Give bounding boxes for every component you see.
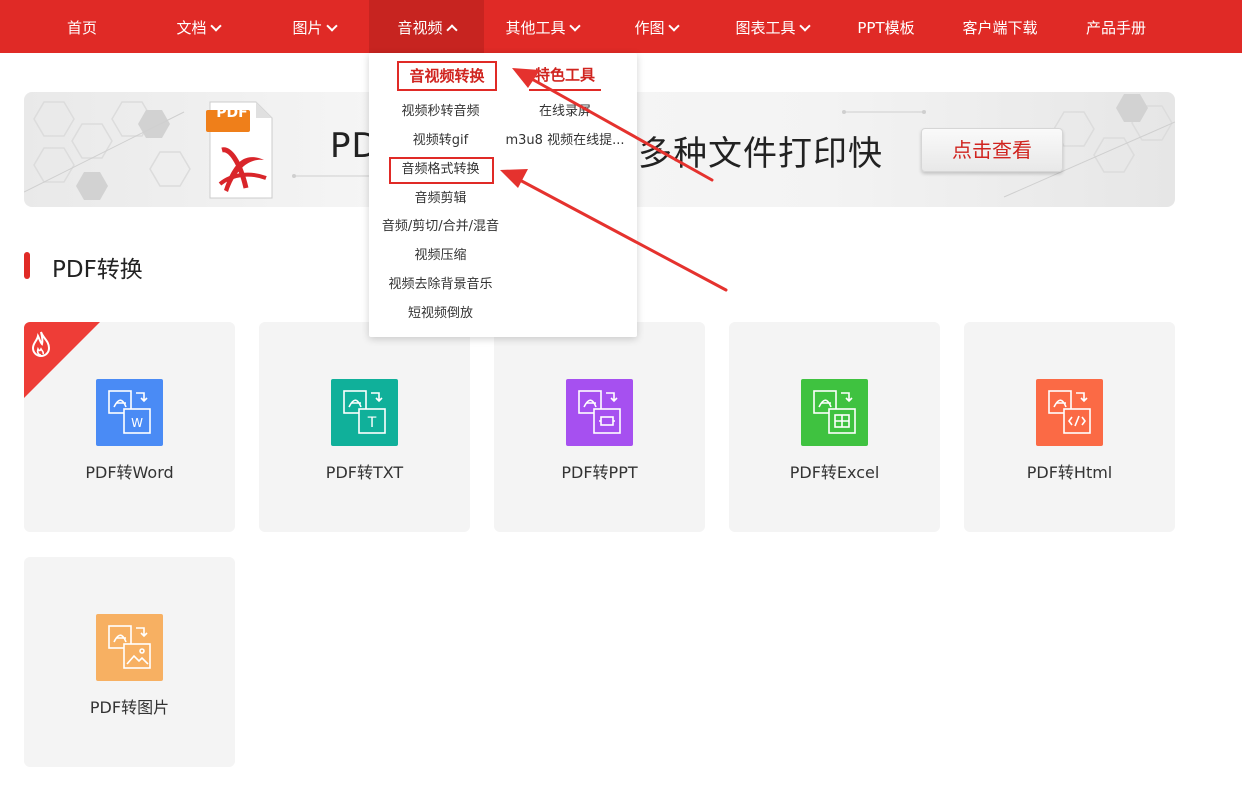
dropdown-item-reverse-video[interactable]: 短视频倒放 [369,304,512,324]
dropdown-item-screen-record[interactable]: 在线录屏 [499,102,631,122]
dropdown-heading-featured-tools[interactable]: 特色工具 [529,63,601,91]
dropdown-item-video-compress[interactable]: 视频压缩 [369,246,512,266]
nav-item-label: 客户端下载 [962,19,1038,37]
banner-headline-end: 多种文件打印快 [638,134,883,174]
chevron-up-icon [445,24,458,36]
chevron-down-icon [568,20,581,32]
nav-item-other-tools[interactable]: 其他工具 [494,0,590,53]
section-title: PDF转换 [52,257,143,283]
svg-text:W: W [131,416,143,430]
tool-card-label: PDF转Excel [789,463,880,482]
pdf-to-word-icon: W [96,379,163,446]
fire-icon [31,331,51,358]
tool-card-pdf-to-html[interactable]: PDF转Html [964,322,1175,532]
nav-item-client-download[interactable]: 客户端下载 [952,0,1048,53]
nav-item-label: 首页 [66,19,97,37]
nav-item-label: 音视频 [397,19,443,37]
nav-item-ppt-templates[interactable]: PPT模板 [846,0,926,53]
tool-card-pdf-to-excel[interactable]: PDF转Excel [729,322,940,532]
tool-card-label: PDF转PPT [561,463,638,482]
section-marker [24,252,30,279]
banner-view-button[interactable]: 点击查看 [921,128,1063,172]
dropdown-item-audio-format-convert[interactable]: 音频格式转换 [369,160,512,180]
dropdown-item-m3u8-extract[interactable]: m3u8 视频在线提... [499,131,631,151]
nav-item-label: 产品手册 [1085,19,1146,37]
tool-card-pdf-to-image[interactable]: PDF转图片 [24,557,235,767]
chevron-down-icon [667,20,680,32]
dropdown-heading-av-conversion[interactable]: 音视频转换 [397,61,497,91]
nav-item-product-manual[interactable]: 产品手册 [1076,0,1156,53]
chevron-down-icon [798,20,811,32]
nav-item-label: 其他工具 [505,19,566,37]
tool-card-label: PDF转图片 [89,698,170,717]
nav-item-drawing[interactable]: 作图 [622,0,690,53]
nav-item-images[interactable]: 图片 [276,0,352,53]
nav-item-label: 文档 [176,19,207,37]
nav-item-documents[interactable]: 文档 [160,0,236,53]
chevron-down-icon [325,20,338,32]
nav-item-audio-video[interactable]: 音视频 [369,0,484,53]
pdf-to-excel-icon [801,379,868,446]
dropdown-item-remove-bg-music[interactable]: 视频去除背景音乐 [369,275,512,295]
pdf-to-txt-icon: T [331,379,398,446]
dropdown-item-video-to-gif[interactable]: 视频转gif [369,131,512,151]
pdf-badge: PDF [216,105,248,121]
nav-item-home[interactable]: 首页 [48,0,116,53]
audio-video-dropdown: 音视频转换 特色工具 视频秒转音频 视频转gif 音频格式转换 音频剪辑 音频/… [369,53,637,337]
tool-card-pdf-to-word[interactable]: W PDF转Word [24,322,235,532]
nav-item-label: 图表工具 [735,19,796,37]
nav-item-label: 作图 [634,19,665,37]
tool-card-label: PDF转TXT [325,463,404,482]
chevron-down-icon [209,20,222,32]
tool-card-pdf-to-ppt[interactable]: PDF转PPT [494,322,705,532]
pdf-to-ppt-icon [566,379,633,446]
nav-item-label: 图片 [292,19,323,37]
nav-item-chart-tools[interactable]: 图表工具 [724,0,820,53]
top-nav: 首页 文档 图片 音视频 其他工具 作图 图表工具 PPT模板 客户端下载 产品… [0,0,1242,53]
pdf-to-html-icon [1036,379,1103,446]
pdf-to-image-icon [96,614,163,681]
dropdown-item-audio-cut-merge-mix[interactable]: 音频/剪切/合并/混音 [369,217,512,237]
svg-text:T: T [367,415,377,431]
tool-card-pdf-to-txt[interactable]: T PDF转TXT [259,322,470,532]
tool-card-label: PDF转Html [1026,463,1113,482]
dropdown-item-audio-edit[interactable]: 音频剪辑 [369,189,512,209]
dropdown-item-video-to-audio[interactable]: 视频秒转音频 [369,102,512,122]
tool-card-label: PDF转Word [85,463,174,482]
nav-item-label: PPT模板 [857,19,915,37]
